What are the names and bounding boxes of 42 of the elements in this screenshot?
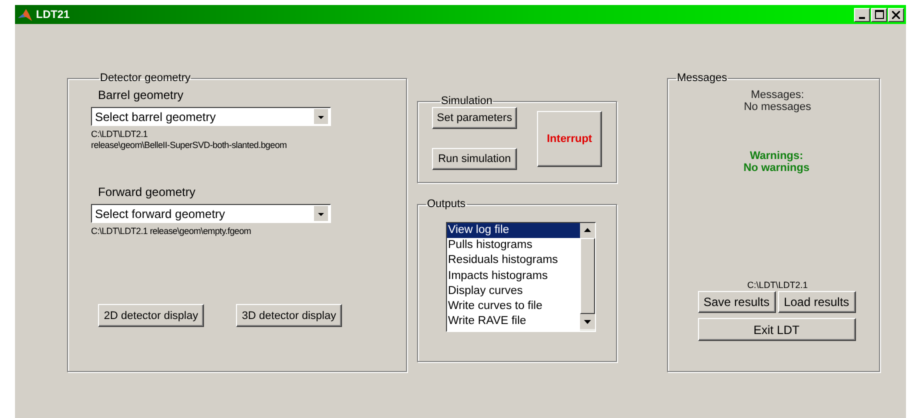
- close-button[interactable]: [888, 8, 904, 22]
- scroll-down-icon: [580, 314, 595, 329]
- warnings-label: Warnings:: [750, 150, 804, 162]
- list-item[interactable]: Pulls histograms: [447, 238, 580, 254]
- display-button[interactable]: 2D detector display: [98, 304, 204, 327]
- file-path: C:\LDT\LDT2.1: [91, 129, 149, 140]
- simulation-button[interactable]: Run simulation: [432, 148, 517, 170]
- list-item[interactable]: Residuals histograms: [447, 253, 580, 269]
- list-item[interactable]: Impacts histograms: [447, 268, 580, 284]
- scroll-thumb[interactable]: [580, 238, 595, 314]
- dropdown[interactable]: Select barrel geometry: [91, 107, 331, 126]
- panel-title: Simulation: [440, 95, 494, 107]
- list-item[interactable]: Write curves to file: [447, 299, 580, 314]
- minimize-button[interactable]: [854, 8, 870, 22]
- results-button[interactable]: Save results: [698, 291, 776, 313]
- file-path: release\geom\BelleII-SuperSVD-both-slanted.bgeom: [91, 140, 288, 151]
- window-title: LDT21: [36, 8, 71, 20]
- results-button[interactable]: Load results: [778, 291, 856, 313]
- app-icon: [17, 8, 33, 22]
- maximize-button[interactable]: [871, 8, 887, 22]
- display-button[interactable]: 3D detector display: [236, 304, 342, 327]
- exit-button[interactable]: Exit LDT: [698, 318, 856, 341]
- warnings-text: No warnings: [743, 162, 810, 174]
- messages-label: Messages:: [750, 89, 804, 101]
- field-label: Forward geometry: [98, 185, 196, 199]
- scrollbar[interactable]: [580, 223, 595, 331]
- simulation-button[interactable]: Set parameters: [432, 107, 517, 129]
- folder-path: C:\LDT\LDT2.1: [747, 280, 808, 290]
- messages-text: No messages: [744, 101, 812, 113]
- scroll-up-icon: [580, 223, 595, 238]
- list-item[interactable]: Write RAVE file: [447, 314, 580, 330]
- list-item[interactable]: View log file: [447, 223, 580, 238]
- file-path: C:\LDT\LDT2.1 release\geom\empty.fgeom: [91, 226, 252, 236]
- panel-title: Detector geometry: [99, 72, 192, 84]
- close-icon: [892, 10, 900, 18]
- panel-title: Messages: [676, 72, 728, 84]
- minimize-icon: [859, 16, 865, 18]
- dropdown[interactable]: Select forward geometry: [91, 204, 331, 223]
- list-item[interactable]: Display curves: [447, 284, 580, 300]
- maximize-icon: [874, 10, 884, 19]
- field-label: Barrel geometry: [98, 88, 184, 102]
- panel-title: Outputs: [426, 198, 467, 210]
